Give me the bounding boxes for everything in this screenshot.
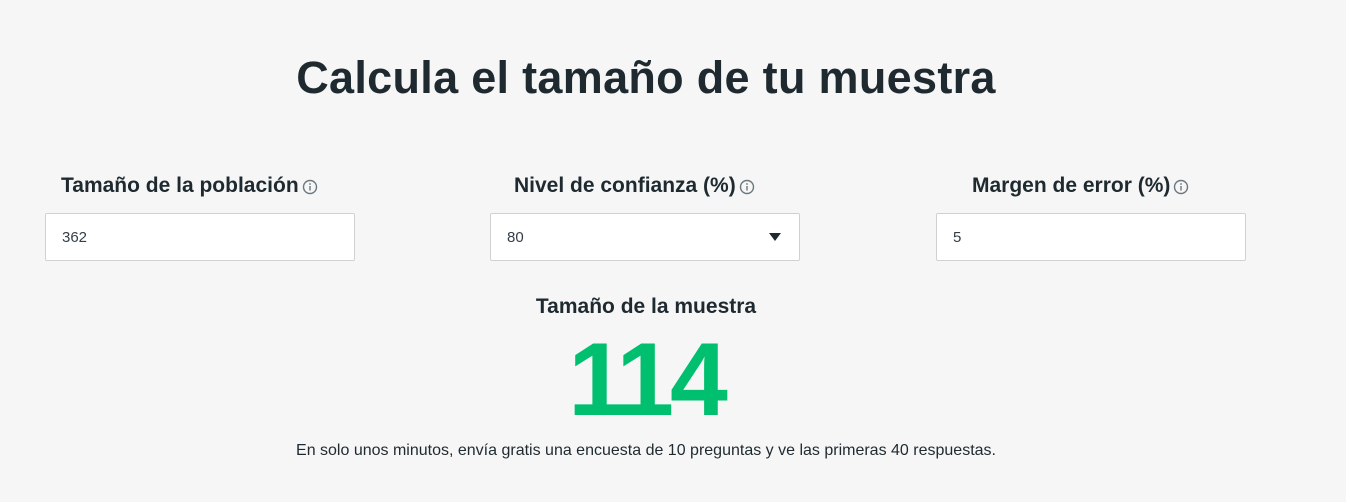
margin-input-wrapper	[936, 213, 1246, 261]
page-title: Calcula el tamaño de tu muestra	[296, 52, 996, 103]
margin-label: Margen de error (%)	[972, 174, 1171, 197]
population-field: Tamaño de la población	[45, 170, 355, 261]
confidence-selected-value: 80	[507, 229, 524, 246]
sample-size-label: Tamaño de la muestra	[535, 295, 757, 318]
info-icon[interactable]	[302, 179, 318, 195]
population-input[interactable]	[46, 214, 354, 260]
population-input-wrapper	[45, 213, 355, 261]
info-icon[interactable]	[739, 179, 755, 195]
sample-size-calculator: Calcula el tamaño de tu muestra Tamaño d…	[0, 0, 1346, 502]
margin-label-row: Margen de error (%)	[936, 170, 1246, 202]
info-icon[interactable]	[1173, 179, 1189, 195]
chevron-down-icon	[769, 233, 781, 241]
promo-text: En solo unos minutos, envía gratis una e…	[296, 442, 996, 459]
population-label-row: Tamaño de la población	[45, 170, 355, 202]
confidence-label: Nivel de confianza (%)	[514, 174, 736, 197]
confidence-field: Nivel de confianza (%) 80	[490, 170, 800, 261]
confidence-select[interactable]: 80	[490, 213, 800, 261]
sample-size-value: 114	[568, 322, 728, 438]
population-label: Tamaño de la población	[61, 174, 299, 197]
margin-field: Margen de error (%)	[936, 170, 1246, 261]
confidence-label-row: Nivel de confianza (%)	[490, 170, 800, 202]
margin-input[interactable]	[937, 214, 1245, 260]
